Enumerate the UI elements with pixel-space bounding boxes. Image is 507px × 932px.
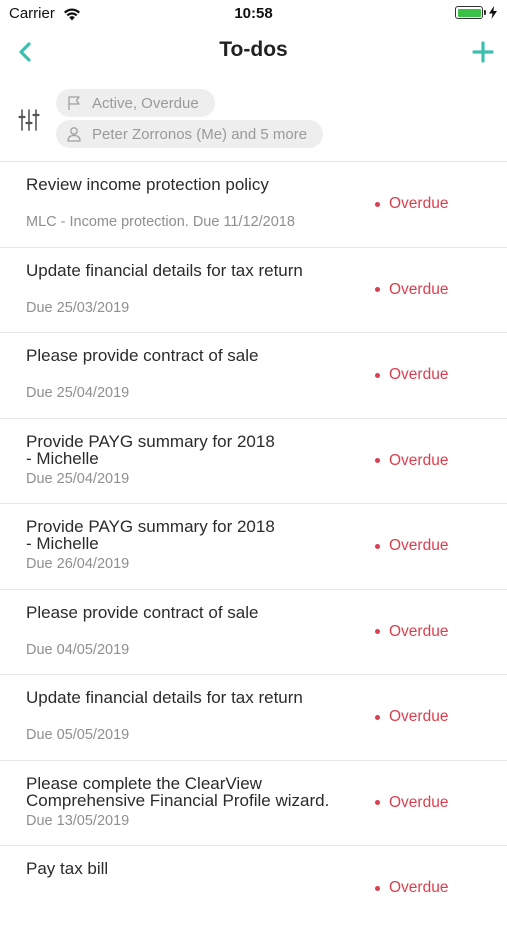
overdue-status: Overdue (375, 537, 448, 555)
status-dot-icon (375, 629, 380, 634)
status-dot-icon (375, 372, 380, 378)
status-label: Overdue (389, 280, 449, 298)
navigation-bar: To-dos (0, 28, 507, 76)
battery-icon (455, 6, 483, 19)
todo-title: Update financial details for tax return (26, 688, 303, 707)
todo-title: Please complete the ClearView Comprehens… (26, 773, 330, 810)
todo-title: Provide PAYG summary for 2018 - Michelle (26, 431, 275, 468)
todo-item[interactable]: Update financial details for tax return … (0, 675, 507, 761)
flag-icon (68, 96, 80, 110)
battery-indicator (455, 6, 497, 19)
todo-item[interactable]: Please provide contract of sale Due 04/0… (0, 590, 507, 675)
overdue-status: Overdue (375, 366, 448, 384)
todo-item[interactable]: Please provide contract of sale Due 25/0… (0, 333, 507, 419)
filter-bar: Active, Overdue Peter Zorronos (Me) and … (0, 86, 507, 158)
charging-bolt-icon (489, 6, 497, 19)
status-label: Overdue (389, 366, 449, 383)
status-label: Overdue (389, 708, 449, 725)
status-label: Overdue (389, 879, 449, 896)
overdue-status: Overdue (375, 452, 448, 470)
status-dot-icon (375, 458, 380, 463)
battery-fill (457, 8, 481, 17)
todo-title: Review income protection policy (26, 175, 269, 194)
status-dot-icon (375, 201, 380, 207)
todo-item[interactable]: Update financial details for tax return … (0, 248, 507, 333)
filter-sliders-icon[interactable] (18, 108, 40, 132)
add-plus-icon[interactable] (471, 40, 495, 64)
todo-subtitle: Due 05/05/2019 (26, 727, 130, 743)
overdue-status: Overdue (375, 195, 448, 213)
todo-item[interactable]: Provide PAYG summary for 2018 - Michelle… (0, 419, 507, 504)
status-label: Overdue (389, 537, 449, 554)
status-filter-chip[interactable]: Active, Overdue (56, 89, 215, 117)
clock: 10:58 (234, 5, 273, 22)
overdue-status: Overdue (375, 281, 448, 299)
status-label: Overdue (389, 195, 449, 212)
status-bar: Carrier 10:58 (0, 0, 507, 28)
todo-title: Update financial details for tax return (26, 260, 303, 280)
overdue-status: Overdue (375, 708, 448, 726)
status-label: Overdue (389, 622, 449, 640)
status-dot-icon (375, 287, 380, 292)
todo-subtitle: Due 26/04/2019 (26, 556, 130, 572)
todo-subtitle: Due 25/04/2019 (26, 470, 130, 487)
todo-subtitle: Due 25/04/2019 (26, 385, 130, 401)
todo-item[interactable]: Pay tax bill Overdue (0, 846, 507, 932)
people-filter-label: Peter Zorronos (Me) and 5 more (92, 125, 308, 143)
overdue-status: Overdue (375, 623, 448, 641)
todo-title: Please provide contract of sale (26, 346, 259, 365)
status-dot-icon (375, 885, 380, 891)
status-filter-label: Active, Overdue (92, 94, 199, 112)
status-dot-icon (375, 714, 380, 720)
people-filter-chip[interactable]: Peter Zorronos (Me) and 5 more (56, 120, 324, 148)
battery-cap (484, 10, 486, 15)
todo-title: Please provide contract of sale (26, 602, 259, 622)
status-label: Overdue (389, 793, 449, 811)
status-dot-icon (375, 543, 380, 549)
todo-subtitle: MLC - Income protection. Due 11/12/2018 (26, 214, 295, 230)
todo-title: Provide PAYG summary for 2018 - Michelle (26, 517, 275, 553)
todo-item[interactable]: Provide PAYG summary for 2018 - Michelle… (0, 504, 507, 590)
overdue-status: Overdue (375, 794, 448, 812)
todo-subtitle: Due 04/05/2019 (26, 641, 130, 658)
todo-title: Pay tax bill (26, 859, 109, 878)
todo-item[interactable]: Review income protection policy MLC - In… (0, 162, 507, 248)
todo-list: Review income protection policy MLC - In… (0, 162, 507, 932)
todo-subtitle: Due 25/03/2019 (26, 299, 130, 316)
person-icon (67, 127, 81, 142)
overdue-status: Overdue (375, 879, 448, 897)
todo-subtitle: Due 13/05/2019 (26, 812, 130, 829)
status-label: Overdue (389, 451, 449, 469)
todo-item[interactable]: Please complete the ClearView Comprehens… (0, 761, 507, 846)
page-title: To-dos (219, 38, 288, 61)
status-dot-icon (375, 800, 380, 805)
